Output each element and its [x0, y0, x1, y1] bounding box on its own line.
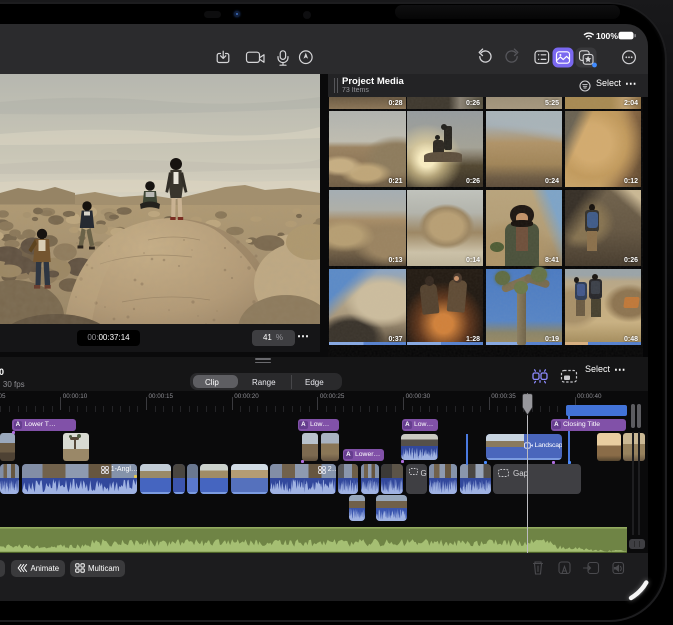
svg-text:100%: 100% — [596, 31, 618, 41]
